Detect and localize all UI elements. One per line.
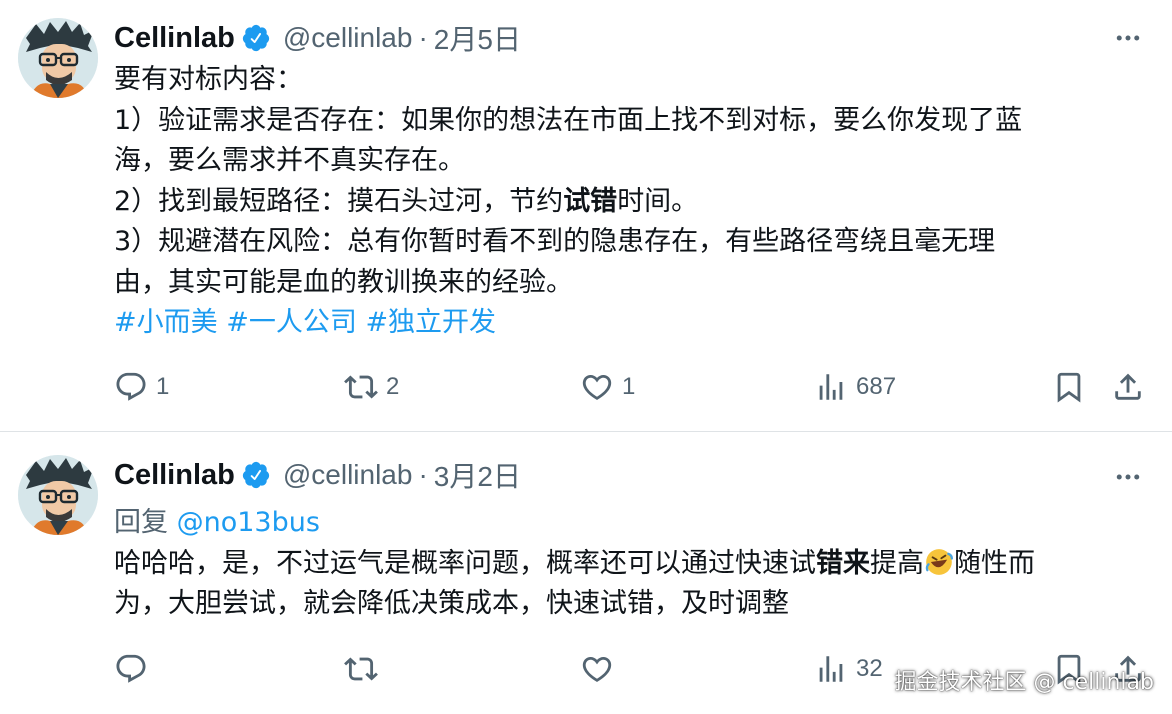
more-options-button[interactable] [1110, 459, 1146, 495]
text-segment: 随性而 [954, 547, 1035, 579]
tweet-text: 要有对标内容： 1）验证需求是否存在：如果你的想法在市面上找不到对标，要么你发现… [114, 60, 1154, 344]
bookmark-icon [1052, 370, 1086, 404]
verified-badge-icon [241, 23, 271, 53]
like-count: 1 [622, 373, 636, 400]
avatar-image [18, 455, 98, 535]
separator-dot: · [418, 22, 428, 53]
text-line: 1）验证需求是否存在：如果你的想法在市面上找不到对标，要么你发现了蓝 [114, 104, 1023, 136]
retweet-button[interactable] [344, 647, 378, 691]
reply-button[interactable] [114, 647, 148, 691]
bookmark-button[interactable] [1052, 365, 1086, 409]
retweet-button[interactable]: 2 [344, 365, 399, 409]
tweet-text: 回复 @no13bus 哈哈哈，是，不过运气是概率问题，概率还可以通过快速试错来… [114, 503, 1154, 625]
author-name[interactable]: Cellinlab [114, 459, 235, 492]
hashtags: #小而美 #一人公司 #独立开发 [114, 303, 1154, 344]
author-name[interactable]: Cellinlab [114, 22, 235, 55]
text-line: 为，大胆尝试，就会降低决策成本，快速试错，及时调整 [114, 588, 789, 619]
text-line: 海，要么需求并不真实存在。 [114, 145, 465, 176]
bold-text: 错来 [816, 547, 870, 579]
more-icon [1113, 23, 1143, 53]
retweet-icon [344, 652, 378, 686]
tweet-header: Cellinlab @cellinlab · 2月5日 [114, 18, 521, 58]
retweet-icon [344, 370, 378, 404]
views-icon [814, 652, 848, 686]
hashtag-link[interactable]: #一人公司 [226, 307, 357, 338]
retweet-count: 2 [386, 373, 400, 400]
text-line: 由，其实可能是血的教训换来的经验。 [114, 266, 573, 298]
tweet-date[interactable]: 2月5日 [434, 18, 521, 58]
avatar[interactable] [18, 455, 98, 535]
reply-label: 回复 [114, 507, 168, 538]
like-button[interactable] [580, 647, 614, 691]
author-handle[interactable]: @cellinlab [283, 459, 413, 491]
reply-icon [114, 370, 148, 404]
text-line: 哈哈哈，是，不过运气是概率问题，概率还可以通过快速试错来提高 随性而 [114, 544, 1154, 585]
views-icon [814, 370, 848, 404]
mention-link[interactable]: @no13bus [177, 507, 320, 538]
tweet-date[interactable]: 3月2日 [434, 455, 521, 495]
author-handle[interactable]: @cellinlab [283, 22, 413, 54]
like-button[interactable]: 1 [580, 365, 635, 409]
text-line: 要有对标内容： [114, 64, 303, 95]
avatar[interactable] [18, 18, 98, 98]
avatar-image [18, 18, 98, 98]
view-count: 32 [856, 655, 883, 682]
text-segment: 哈哈哈，是，不过运气是概率问题，概率还可以通过快速试 [114, 547, 816, 579]
reply-context: 回复 @no13bus [114, 503, 1154, 544]
text-segment: 提高 [870, 547, 924, 579]
heart-icon [580, 652, 614, 686]
reply-icon [114, 652, 148, 686]
action-bar: 1 2 1 687 [114, 365, 1154, 409]
hashtag-link[interactable]: #小而美 [114, 307, 218, 338]
separator-dot: · [418, 459, 428, 490]
views-button[interactable]: 32 [814, 647, 883, 691]
rolling-on-floor-laughing-emoji-icon [925, 548, 953, 576]
verified-badge-icon [241, 460, 271, 490]
text-line: 3）规避潜在风险：总有你暂时看不到的隐患存在，有些路径弯绕且毫无理 [114, 226, 996, 257]
share-icon [1111, 370, 1145, 404]
reply-button[interactable]: 1 [114, 365, 169, 409]
heart-icon [580, 370, 614, 404]
text-segment: 时间。 [617, 185, 699, 217]
more-icon [1113, 462, 1143, 492]
text-line: 2）找到最短路径：摸石头过河，节约试错时间。 [114, 182, 1154, 223]
tweet-1[interactable]: Cellinlab @cellinlab · 2月5日 要有对标内容： 1）验证… [0, 0, 1172, 432]
tweet-header: Cellinlab @cellinlab · 3月2日 [114, 455, 521, 495]
text-segment: 2）找到最短路径：摸石头过河，节约 [114, 185, 564, 217]
hashtag-link[interactable]: #独立开发 [365, 307, 496, 338]
more-options-button[interactable] [1110, 20, 1146, 56]
views-button[interactable]: 687 [814, 365, 896, 409]
share-button[interactable] [1111, 365, 1145, 409]
watermark: 掘金技术社区 @ cellinlab [894, 670, 1154, 695]
view-count: 687 [856, 373, 897, 400]
bold-text: 试错 [563, 185, 618, 217]
reply-count: 1 [156, 373, 170, 400]
